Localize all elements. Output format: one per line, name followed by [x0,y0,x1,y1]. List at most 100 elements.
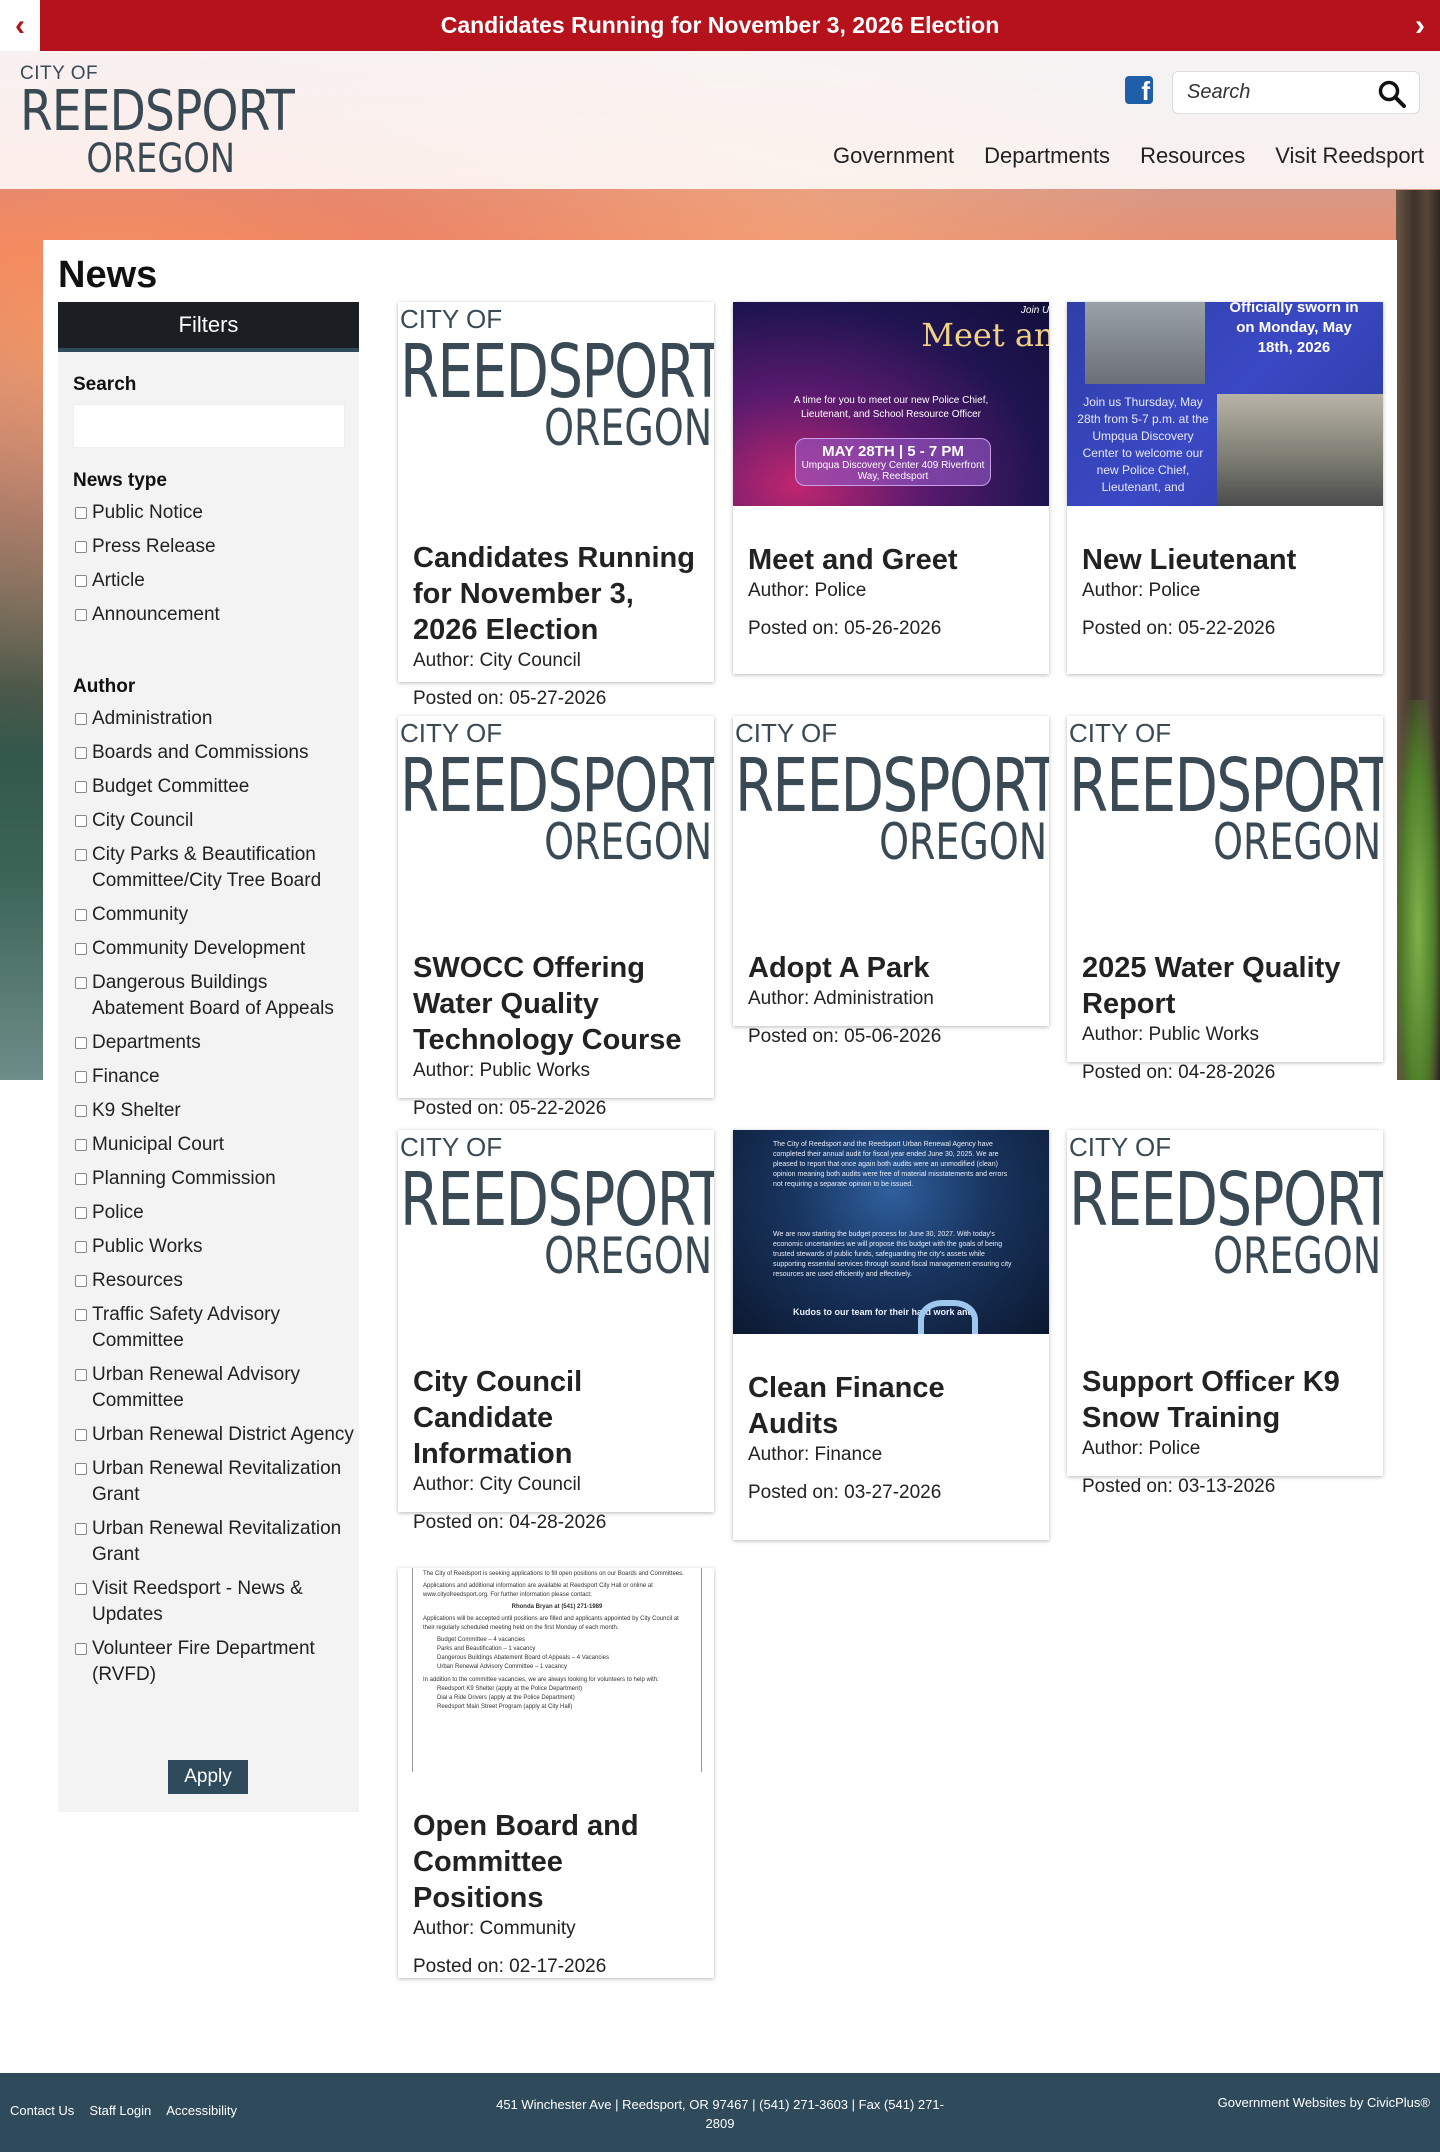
author-option[interactable]: Urban Renewal Revitalization Grant [75,1516,355,1568]
author-option[interactable]: Police [75,1200,355,1226]
checkbox[interactable] [75,1173,87,1185]
checkbox[interactable] [75,1463,87,1475]
card-title[interactable]: Open Board and Committee Positions [413,1808,699,1916]
author-option[interactable]: Finance [75,1064,355,1090]
card-title[interactable]: Clean Finance Audits [748,1370,1034,1442]
facebook-icon[interactable]: f [1125,76,1153,104]
news-card[interactable]: The City of Reedsport is seeking applica… [398,1568,714,1978]
author-option[interactable]: City Council [75,808,355,834]
author-option[interactable]: Community [75,902,355,928]
author-option[interactable]: City Parks & Beautification Committee/Ci… [75,842,355,894]
card-title[interactable]: Support Officer K9 Snow Training [1082,1364,1368,1436]
footer-contact-link[interactable]: Contact Us [10,2103,74,2118]
checkbox[interactable] [75,781,87,793]
news-card[interactable]: CITY OF REEDSPORT OREGON Support Officer… [1067,1130,1383,1497]
checkbox[interactable] [75,943,87,955]
news-card[interactable]: CITY OF REEDSPORT OREGON Candidates Runn… [398,302,714,709]
search-icon[interactable] [1377,79,1407,109]
checkbox[interactable] [75,1309,87,1321]
checkbox[interactable] [75,1275,87,1287]
news-card[interactable]: CITY OF REEDSPORT OREGON City Council Ca… [398,1130,714,1533]
footer-staff-login-link[interactable]: Staff Login [89,2103,151,2118]
filter-search-input[interactable] [73,404,345,448]
card-title[interactable]: SWOCC Offering Water Quality Technology … [413,950,699,1058]
author-option[interactable]: K9 Shelter [75,1098,355,1124]
news-type-option[interactable]: Public Notice [75,500,355,526]
author-option[interactable]: Departments [75,1030,355,1056]
checkbox[interactable] [75,1583,87,1595]
logo-reedsport: REEDSPORT [20,79,295,144]
thumb-oregon: OREGON [543,1227,712,1285]
author-option[interactable]: Administration [75,706,355,732]
author-option[interactable]: Urban Renewal District Agency [75,1422,355,1448]
checkbox[interactable] [75,609,87,621]
thumb-oregon: OREGON [878,813,1047,871]
site-logo[interactable]: CITY OF REEDSPORT OREGON [20,63,295,179]
card-title[interactable]: Meet and Greet [748,542,1034,578]
checkbox[interactable] [75,1241,87,1253]
checkbox[interactable] [75,977,87,989]
option-label: Press Release [92,536,216,557]
card-title[interactable]: 2025 Water Quality Report [1082,950,1368,1022]
nav-visit-reedsport[interactable]: Visit Reedsport [1275,143,1424,169]
news-card[interactable]: Officially sworn in on Monday, May 18th,… [1067,302,1383,674]
nav-departments[interactable]: Departments [984,143,1110,169]
news-type-option[interactable]: Press Release [75,534,355,560]
author-option[interactable]: Urban Renewal Advisory Committee [75,1362,355,1414]
checkbox[interactable] [75,541,87,553]
checkbox[interactable] [75,1369,87,1381]
card-title[interactable]: Candidates Running for November 3, 2026 … [413,540,699,648]
checkbox[interactable] [75,1523,87,1535]
news-card[interactable]: CITY OF REEDSPORT OREGON Adopt A Park Au… [733,716,1049,1047]
author-option[interactable]: Planning Commission [75,1166,355,1192]
checkbox[interactable] [75,1207,87,1219]
card-title[interactable]: New Lieutenant [1082,542,1368,578]
author-option[interactable]: Community Development [75,936,355,962]
author-option[interactable]: Resources [75,1268,355,1294]
checkbox[interactable] [75,747,87,759]
news-type-option[interactable]: Announcement [75,602,355,628]
chevron-left-icon[interactable]: ‹ [0,0,40,51]
checkbox[interactable] [75,1429,87,1441]
author-option[interactable]: Budget Committee [75,774,355,800]
checkbox[interactable] [75,713,87,725]
checkbox[interactable] [75,1105,87,1117]
option-label: Public Notice [92,502,203,523]
news-card[interactable]: Join Us for a Meet and Greet A time for … [733,302,1049,674]
checkbox[interactable] [75,1643,87,1655]
nav-resources[interactable]: Resources [1140,143,1245,169]
news-type-option[interactable]: Article [75,568,355,594]
card-thumbnail: The City of Reedsport and the Reedsport … [733,1130,1049,1334]
author-option[interactable]: Boards and Commissions [75,740,355,766]
checkbox[interactable] [75,1071,87,1083]
search-input[interactable] [1187,81,1367,104]
checkbox[interactable] [75,507,87,519]
checkbox[interactable] [75,815,87,827]
card-title[interactable]: City Council Candidate Information [413,1364,699,1472]
author-option[interactable]: Traffic Safety Advisory Committee [75,1302,355,1354]
alert-text[interactable]: Candidates Running for November 3, 2026 … [441,12,1000,39]
footer-accessibility-link[interactable]: Accessibility [166,2103,237,2118]
checkbox[interactable] [75,1037,87,1049]
author-option[interactable]: Visit Reedsport - News & Updates [75,1576,355,1628]
apply-button[interactable]: Apply [168,1760,248,1794]
chevron-right-icon[interactable]: › [1400,0,1440,51]
news-card[interactable]: CITY OF REEDSPORT OREGON 2025 Water Qual… [1067,716,1383,1083]
card-title[interactable]: Adopt A Park [748,950,1034,986]
author-option[interactable]: Public Works [75,1234,355,1260]
checkbox[interactable] [75,909,87,921]
checkbox[interactable] [75,1139,87,1151]
news-card[interactable]: The City of Reedsport and the Reedsport … [733,1130,1049,1540]
footer-credit-link[interactable]: Government Websites by CivicPlus® [1218,2095,1430,2110]
checkbox[interactable] [75,849,87,861]
author-option[interactable]: Urban Renewal Revitalization Grant [75,1456,355,1508]
author-option[interactable]: Volunteer Fire Department (RVFD) [75,1636,355,1688]
author-option[interactable]: Dangerous Buildings Abatement Board of A… [75,970,355,1022]
author-option[interactable]: Municipal Court [75,1132,355,1158]
checkbox[interactable] [75,575,87,587]
news-card[interactable]: CITY OF REEDSPORT OREGON SWOCC Offering … [398,716,714,1119]
alert-banner[interactable]: ‹ Candidates Running for November 3, 202… [0,0,1440,51]
option-label: Departments [92,1032,201,1053]
thumb-oregon: OREGON [543,399,712,457]
nav-government[interactable]: Government [833,143,954,169]
